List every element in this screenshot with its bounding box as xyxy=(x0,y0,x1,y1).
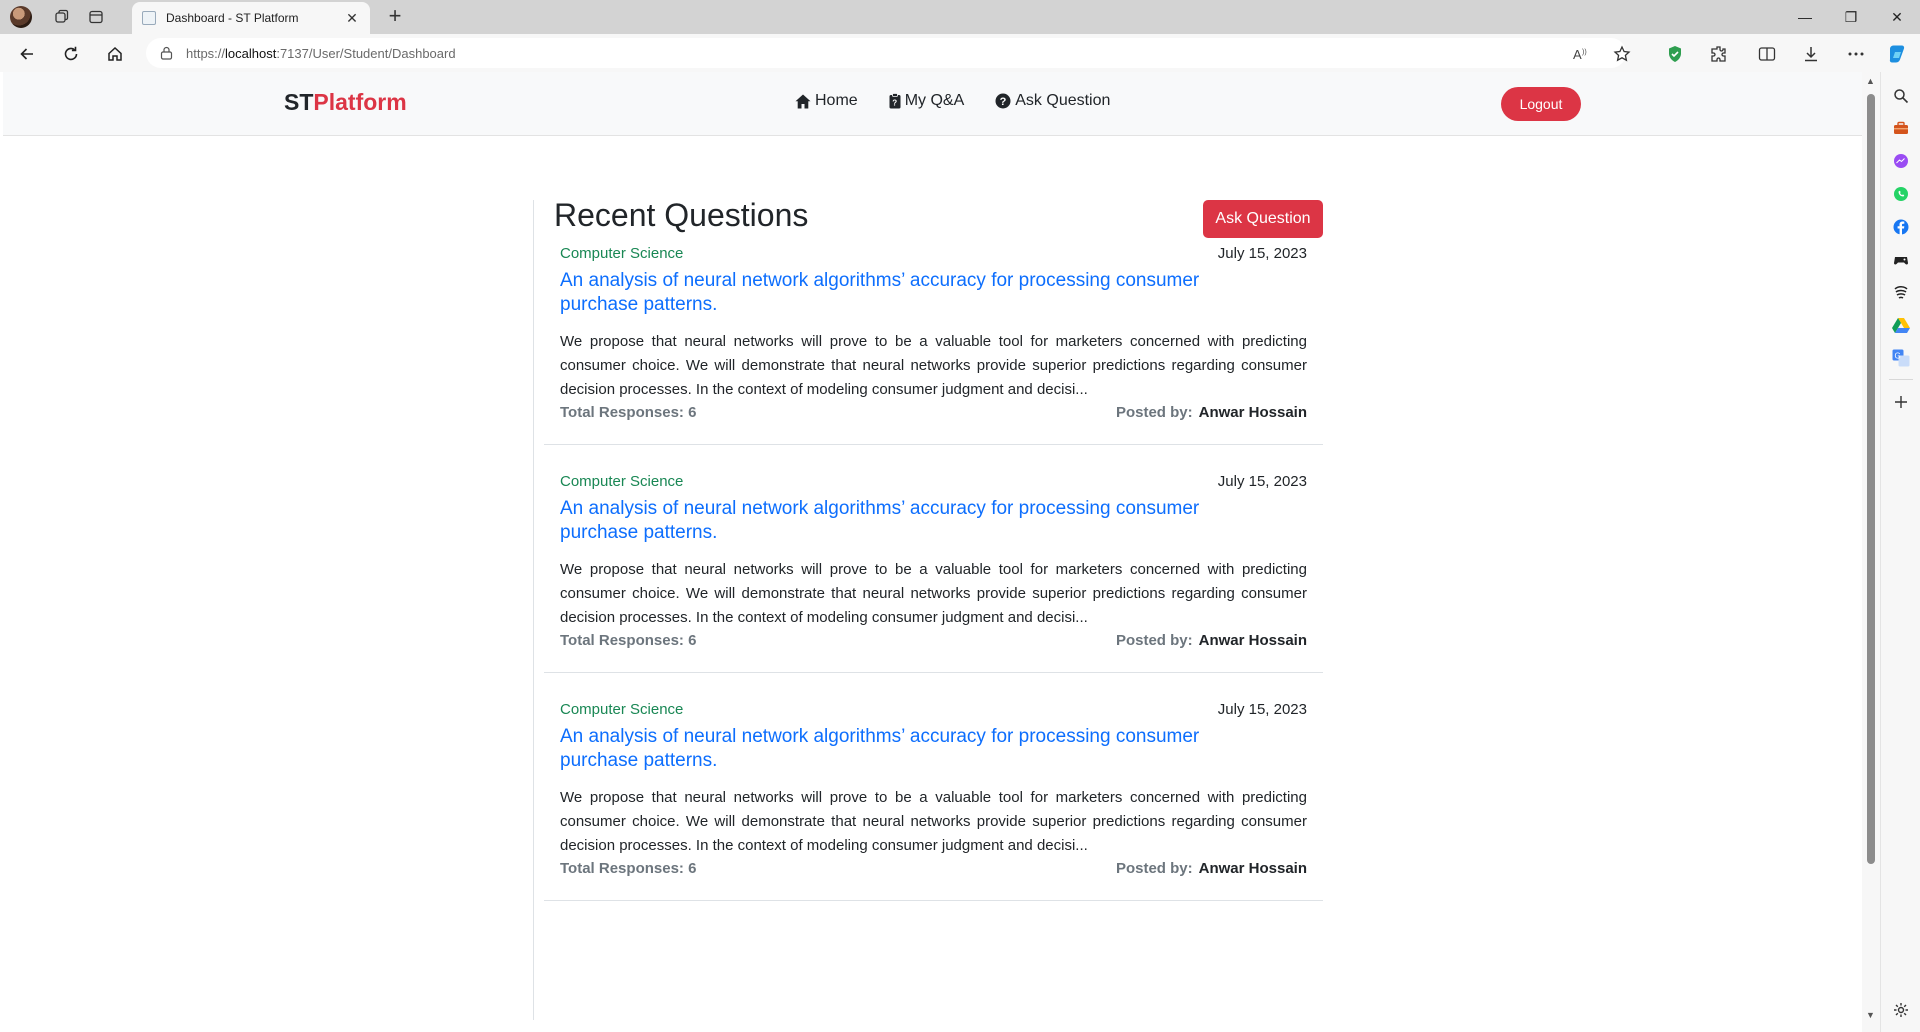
nav-my-qa[interactable]: ? My Q&A xyxy=(889,92,965,110)
new-tab-button[interactable]: + xyxy=(382,4,408,30)
tab-close-icon[interactable]: ✕ xyxy=(344,10,360,27)
question-category[interactable]: Computer Science xyxy=(560,701,683,718)
scroll-up-arrow-icon[interactable]: ▲ xyxy=(1866,76,1875,86)
brand-platform: Platform xyxy=(313,89,407,115)
nav-links: Home ? My Q&A ? Ask Question xyxy=(795,92,1110,110)
messenger-icon[interactable] xyxy=(1891,151,1911,171)
nav-home[interactable]: Home xyxy=(795,92,858,110)
question-posted-by: Posted by: Anwar Hossain xyxy=(1116,860,1307,877)
restore-icon[interactable]: ❐ xyxy=(1828,0,1874,34)
question-title-link[interactable]: An analysis of neural network algorithms… xyxy=(560,497,1280,545)
whatsapp-icon[interactable] xyxy=(1891,184,1911,204)
nav-ask-question-label: Ask Question xyxy=(1015,92,1111,109)
close-window-icon[interactable]: ✕ xyxy=(1874,0,1920,34)
question-circle-icon: ? xyxy=(995,93,1011,109)
fingerprint-icon[interactable] xyxy=(1891,282,1911,302)
scrollbar-thumb[interactable] xyxy=(1867,94,1875,864)
site-navbar: STPlatform Home ? My Q&A ? Ask Question … xyxy=(3,72,1862,136)
svg-text:?: ? xyxy=(892,99,897,108)
back-icon[interactable] xyxy=(14,41,40,67)
question-date: July 15, 2023 xyxy=(1217,473,1307,490)
svg-text:A: A xyxy=(1573,47,1582,62)
nav-ask-question[interactable]: ? Ask Question xyxy=(995,92,1110,110)
question-category[interactable]: Computer Science xyxy=(560,245,683,262)
page-viewport: STPlatform Home ? My Q&A ? Ask Question … xyxy=(3,72,1862,1029)
question-responses: Total Responses: 6 xyxy=(560,860,697,877)
translate-icon[interactable]: G xyxy=(1891,348,1911,368)
home-icon[interactable] xyxy=(102,41,128,67)
logout-button[interactable]: Logout xyxy=(1501,87,1581,121)
posted-by-label: Posted by: xyxy=(1115,860,1193,877)
add-sidebar-app-icon[interactable] xyxy=(1891,392,1911,412)
game-icon[interactable] xyxy=(1891,250,1911,270)
url-text: https://localhost:7137/User/Student/Dash… xyxy=(186,45,456,61)
scroll-down-arrow-icon[interactable]: ▼ xyxy=(1866,1010,1875,1020)
extensions-icon[interactable] xyxy=(1708,43,1730,65)
tab-dashboard[interactable]: Dashboard - ST Platform ✕ xyxy=(132,2,370,34)
svg-text:)): )) xyxy=(1582,49,1587,56)
home-nav-icon xyxy=(795,94,811,108)
google-drive-icon[interactable] xyxy=(1891,315,1911,335)
brand-st: ST xyxy=(284,89,314,115)
sidebar-divider xyxy=(1889,379,1913,380)
posted-by-label: Posted by: xyxy=(1115,632,1193,649)
question-excerpt: We propose that neural networks will pro… xyxy=(560,561,1307,626)
facebook-icon[interactable] xyxy=(1891,217,1911,237)
question-card: Computer Science July 15, 2023 An analys… xyxy=(544,445,1323,673)
tab-actions-icon[interactable] xyxy=(84,5,108,29)
question-card: Computer Science July 15, 2023 An analys… xyxy=(544,673,1323,901)
lock-icon[interactable] xyxy=(160,46,174,60)
author-name[interactable]: Anwar Hossain xyxy=(1199,404,1307,421)
sidebar-settings-icon[interactable] xyxy=(1891,1000,1911,1020)
svg-text:?: ? xyxy=(1000,96,1007,108)
copilot-icon[interactable] xyxy=(1886,43,1908,65)
shield-extension-icon[interactable] xyxy=(1664,43,1686,65)
refresh-icon[interactable] xyxy=(58,41,84,67)
page-scrollbar[interactable]: ▲ ▼ xyxy=(1862,72,1880,1032)
favorite-star-icon[interactable] xyxy=(1611,43,1633,65)
clipboard-question-icon: ? xyxy=(889,93,901,109)
profile-avatar[interactable] xyxy=(10,6,32,28)
author-name[interactable]: Anwar Hossain xyxy=(1199,632,1307,649)
page-favicon-icon xyxy=(142,11,156,25)
url-field[interactable]: https://localhost:7137/User/Student/Dash… xyxy=(146,38,1626,68)
question-card: Computer Science July 15, 2023 An analys… xyxy=(544,203,1323,445)
downloads-icon[interactable] xyxy=(1800,43,1822,65)
question-excerpt: We propose that neural networks will pro… xyxy=(560,333,1307,398)
question-excerpt: We propose that neural networks will pro… xyxy=(560,789,1307,854)
nav-my-qa-label: My Q&A xyxy=(904,92,965,109)
brand-logo[interactable]: STPlatform xyxy=(284,89,407,116)
question-title-link[interactable]: An analysis of neural network algorithms… xyxy=(560,269,1280,317)
toolbox-icon[interactable] xyxy=(1891,118,1911,138)
author-name[interactable]: Anwar Hossain xyxy=(1199,860,1307,877)
browser-sidebar: G xyxy=(1880,72,1920,1032)
question-posted-by: Posted by: Anwar Hossain xyxy=(1116,632,1307,649)
question-date: July 15, 2023 xyxy=(1217,701,1307,718)
search-icon[interactable] xyxy=(1891,86,1911,106)
workspaces-icon[interactable] xyxy=(50,5,74,29)
question-list: Computer Science July 15, 2023 An analys… xyxy=(544,203,1323,901)
tab-title: Dashboard - ST Platform xyxy=(166,11,299,25)
browser-address-bar: https://localhost:7137/User/Student/Dash… xyxy=(0,34,1920,72)
question-responses: Total Responses: 6 xyxy=(560,632,697,649)
browser-tab-bar: Dashboard - ST Platform ✕ + — ❐ ✕ xyxy=(0,0,1920,34)
question-responses: Total Responses: 6 xyxy=(560,404,697,421)
split-screen-icon[interactable] xyxy=(1756,43,1778,65)
question-title-link[interactable]: An analysis of neural network algorithms… xyxy=(560,725,1280,773)
read-aloud-icon[interactable]: A)) xyxy=(1570,43,1592,65)
more-menu-icon[interactable] xyxy=(1845,43,1867,65)
minimize-icon[interactable]: — xyxy=(1782,0,1828,34)
question-category[interactable]: Computer Science xyxy=(560,473,683,490)
posted-by-label: Posted by: xyxy=(1115,404,1193,421)
svg-text:G: G xyxy=(1895,352,1901,361)
question-date: July 15, 2023 xyxy=(1217,245,1307,262)
question-posted-by: Posted by: Anwar Hossain xyxy=(1116,404,1307,421)
nav-home-label: Home xyxy=(815,92,858,109)
